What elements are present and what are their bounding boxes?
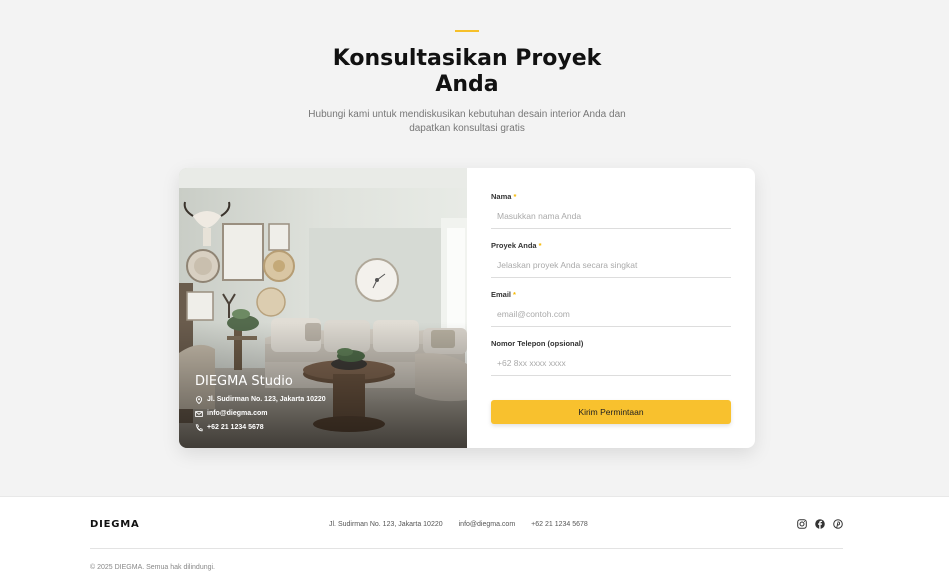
copyright: © 2025 DIEGMA. Semua hak dilindungi. bbox=[90, 564, 216, 571]
footer-address: Jl. Sudirman No. 123, Jakarta 10220 bbox=[329, 521, 443, 528]
page-title: Konsultasikan Proyek Anda bbox=[0, 46, 934, 98]
phone-label: Nomor Telepon (opsional) bbox=[491, 339, 584, 348]
consultation-form: Nama* Proyek Anda* Email* Nomor Telepon … bbox=[491, 192, 731, 388]
email-label: Email * bbox=[491, 290, 516, 299]
studio-name: DIEGMA Studio bbox=[195, 374, 293, 389]
email-input[interactable] bbox=[491, 302, 731, 327]
footer-brand[interactable]: DIEGMA bbox=[90, 519, 140, 530]
studio-info: DIEGMA Studio Jl. Sudirman No. 123, Jaka… bbox=[195, 374, 326, 435]
page-subtitle: Hubungi kami untuk mendiskusikan kebutuh… bbox=[308, 109, 626, 134]
contact-card: DIEGMA Studio Jl. Sudirman No. 123, Jaka… bbox=[179, 168, 755, 448]
studio-email-row: info@diegma.com bbox=[195, 407, 326, 421]
social-links bbox=[796, 518, 843, 529]
mail-icon bbox=[195, 410, 203, 418]
name-field-group: Nama * bbox=[491, 192, 731, 241]
studio-phone-row: +62 21 1234 5678 bbox=[195, 421, 326, 435]
studio-email[interactable]: info@diegma.com bbox=[207, 407, 268, 421]
footer-email[interactable]: info@diegma.com bbox=[459, 519, 516, 531]
footer: DIEGMA Jl. Sudirman No. 123, Jakarta 102… bbox=[0, 496, 949, 579]
consultation-section: Konsultasikan Proyek Anda Hubungi kami u… bbox=[0, 0, 949, 496]
title-line-1: Konsultasikan Proyek bbox=[332, 46, 602, 71]
pinterest-icon[interactable] bbox=[832, 518, 843, 529]
title-line-2: Anda bbox=[435, 72, 499, 97]
footer-divider bbox=[90, 548, 843, 549]
studio-phone[interactable]: +62 21 1234 5678 bbox=[207, 421, 264, 435]
footer-contacts: Jl. Sudirman No. 123, Jakarta 10220 info… bbox=[329, 519, 588, 531]
interior-photo: DIEGMA Studio Jl. Sudirman No. 123, Jaka… bbox=[179, 168, 467, 448]
studio-address-row: Jl. Sudirman No. 123, Jakarta 10220 bbox=[195, 393, 326, 407]
location-icon bbox=[195, 396, 203, 404]
name-input[interactable] bbox=[491, 204, 731, 229]
studio-address: Jl. Sudirman No. 123, Jakarta 10220 bbox=[207, 396, 326, 403]
email-field-group: Email * bbox=[491, 290, 731, 339]
project-field-group: Proyek Anda * bbox=[491, 241, 731, 290]
accent-line bbox=[455, 30, 479, 32]
phone-field-group: Nomor Telepon (opsional) bbox=[491, 339, 731, 388]
submit-button[interactable]: Kirim Permintaan bbox=[491, 400, 731, 424]
project-input[interactable] bbox=[491, 253, 731, 278]
facebook-icon[interactable] bbox=[814, 518, 825, 529]
footer-phone[interactable]: +62 21 1234 5678 bbox=[531, 519, 588, 531]
phone-input[interactable] bbox=[491, 351, 731, 376]
name-label: Nama * bbox=[491, 192, 517, 201]
project-label: Proyek Anda * bbox=[491, 241, 542, 250]
phone-icon bbox=[195, 424, 203, 432]
instagram-icon[interactable] bbox=[796, 518, 807, 529]
